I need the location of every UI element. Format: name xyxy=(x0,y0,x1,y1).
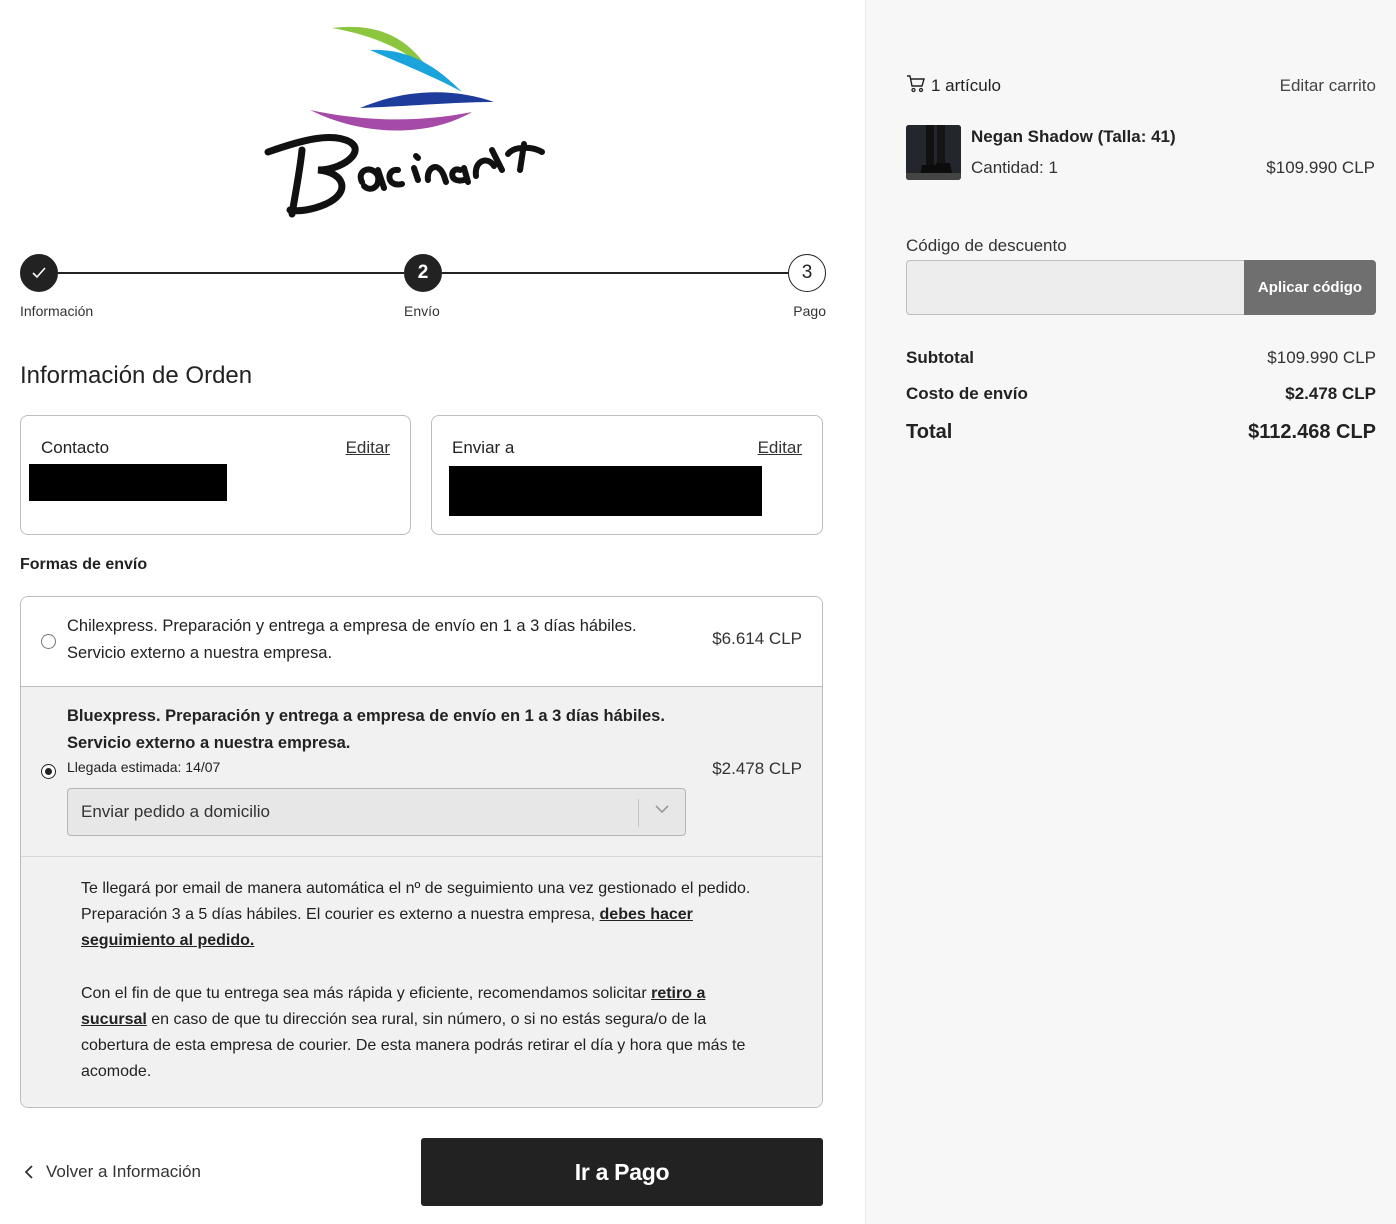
redacted-address xyxy=(449,466,762,516)
ship-to-card: Enviar a Editar xyxy=(431,415,823,535)
select-separator xyxy=(638,799,639,827)
shipping-methods-label: Formas de envío xyxy=(20,556,148,573)
chilexpress-line2: Servicio externo a nuestra empresa. xyxy=(67,644,333,662)
chilexpress-line1: Chilexpress. Preparación y entrega a emp… xyxy=(67,617,637,635)
check-icon xyxy=(32,267,46,279)
ship-to-label: Enviar a xyxy=(452,438,515,457)
cart-item-count: 1 artículo xyxy=(931,76,1001,95)
tracking-note: Te llegará por email de manera automátic… xyxy=(81,876,771,954)
product-price: $109.990 CLP xyxy=(1266,158,1375,177)
bluexpress-description: Bluexpress. Preparación y entrega a empr… xyxy=(67,703,665,757)
shipping-cost-row: Costo de envío $2.478 CLP xyxy=(906,384,1376,408)
edit-ship-to-link[interactable]: Editar xyxy=(758,438,802,458)
back-to-information-link[interactable]: Volver a Información xyxy=(20,1160,201,1184)
product-thumbnail xyxy=(906,125,961,180)
edit-contact-link[interactable]: Editar xyxy=(346,438,390,458)
chevron-left-icon xyxy=(24,1165,33,1179)
step-2-label: Envío xyxy=(404,303,440,319)
bluexpress-line2: Servicio externo a nuestra empresa. xyxy=(67,734,351,752)
branch-note-text-a: Con el fin de que tu entrega sea más ráp… xyxy=(81,985,652,1002)
branch-pickup-note: Con el fin de que tu entrega sea más ráp… xyxy=(81,981,771,1085)
redacted-contact xyxy=(29,464,227,501)
back-label: Volver a Información xyxy=(46,1162,201,1181)
product-image xyxy=(906,125,961,180)
subtotal-row: Subtotal $109.990 CLP xyxy=(906,348,1376,372)
order-info-title: Información de Orden xyxy=(20,362,253,389)
shipping-cost-label: Costo de envío xyxy=(906,384,1028,403)
subtotal-label: Subtotal xyxy=(906,348,974,367)
bacinari-logo[interactable] xyxy=(262,20,552,220)
shipping-option-bluexpress[interactable]: Bluexpress. Preparación y entrega a empr… xyxy=(21,687,822,1107)
bluexpress-price: $2.478 CLP xyxy=(712,759,802,778)
radio-chilexpress[interactable] xyxy=(41,634,56,649)
total-label: Total xyxy=(906,421,953,443)
discount-code-label: Código de descuento xyxy=(906,236,1067,255)
contact-card: Contacto Editar xyxy=(20,415,411,535)
step-2-circle: 2 xyxy=(404,254,442,292)
radio-bluexpress[interactable] xyxy=(41,764,56,779)
step-1-label[interactable]: Información xyxy=(20,303,93,319)
checkout-main: 2 3 Información Envío Pago Información d… xyxy=(0,0,865,1224)
cart-header: 1 artículo Editar carrito xyxy=(906,74,1376,98)
product-quantity: Cantidad: 1 xyxy=(971,158,1058,177)
product-name: Negan Shadow (Talla: 41) xyxy=(971,127,1176,146)
step-3-circle: 3 xyxy=(788,254,826,292)
delivery-type-select[interactable]: Enviar pedido a domicilio xyxy=(67,788,686,836)
shipping-option-chilexpress[interactable]: Chilexpress. Preparación y entrega a emp… xyxy=(21,597,822,687)
total-row: Total $112.468 CLP xyxy=(906,421,1376,449)
edit-cart-link[interactable]: Editar carrito xyxy=(1280,76,1376,96)
cart-icon xyxy=(907,75,925,93)
branch-note-text-b: en caso de que tu dirección sea rural, s… xyxy=(81,1011,746,1080)
step-3-label: Pago xyxy=(793,303,826,319)
shipping-cost-value: $2.478 CLP xyxy=(1285,384,1376,403)
subtotal-value: $109.990 CLP xyxy=(1267,348,1376,367)
bluexpress-eta: Llegada estimada: 14/07 xyxy=(67,759,221,775)
discount-code-input[interactable] xyxy=(906,260,1246,315)
checkout-stepper: 2 3 Información Envío Pago xyxy=(20,254,826,324)
chevron-down-icon[interactable] xyxy=(654,801,670,817)
bluexpress-line1: Bluexpress. Preparación y entrega a empr… xyxy=(67,707,665,725)
chilexpress-description: Chilexpress. Preparación y entrega a emp… xyxy=(67,613,637,667)
total-value: $112.468 CLP xyxy=(1248,421,1376,443)
stepper-line-1 xyxy=(58,272,404,274)
stepper-line-2 xyxy=(442,272,790,274)
delivery-type-value: Enviar pedido a domicilio xyxy=(81,802,270,821)
chilexpress-price: $6.614 CLP xyxy=(712,629,802,648)
apply-code-button[interactable]: Aplicar código xyxy=(1244,260,1376,315)
shipping-options: Chilexpress. Preparación y entrega a emp… xyxy=(20,596,823,1108)
order-summary-panel: 1 artículo Editar carrito Negan Shadow (… xyxy=(865,0,1396,1224)
contact-label: Contacto xyxy=(41,438,110,457)
go-to-payment-button[interactable]: Ir a Pago xyxy=(421,1138,823,1206)
option-divider xyxy=(21,856,822,857)
step-1-circle[interactable] xyxy=(20,254,58,292)
